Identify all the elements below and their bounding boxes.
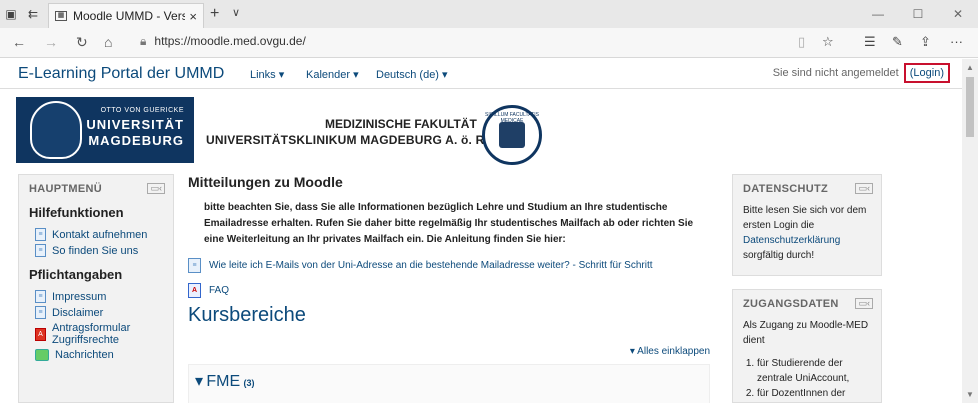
favorite-star-icon[interactable]: ☆ <box>822 34 834 50</box>
course-categories-heading: Kursbereiche <box>188 304 306 326</box>
category-name[interactable]: FME <box>206 373 240 390</box>
more-menu-icon[interactable]: ··· <box>950 34 963 49</box>
block-collapse-icon[interactable]: ▭‹ <box>855 183 873 194</box>
browser-tab[interactable]: ▦ Moodle UMMD - Versic × <box>48 3 204 28</box>
login-status: Sie sind nicht angemeldet (Login) <box>772 63 950 83</box>
tab-actions-icon[interactable]: ▣ <box>0 0 22 28</box>
collapse-all-link[interactable]: ▾ Alles einklappen <box>630 346 710 357</box>
vertical-scrollbar[interactable]: ▲ ▼ <box>962 59 978 403</box>
home-icon[interactable]: ⌂ <box>104 34 112 50</box>
chat-icon <box>35 349 49 361</box>
page-icon: ≡ <box>35 244 46 257</box>
category-toggle-icon[interactable]: ▾ <box>195 373 203 390</box>
calendar-menu[interactable]: Kalender ▾ <box>306 68 359 81</box>
site-header: OTTO VON GUERICKE UNIVERSITÄT MAGDEBURG … <box>0 89 962 169</box>
logo-magdeburg-text: MAGDEBURG <box>88 133 184 148</box>
new-tab-button[interactable]: + <box>210 5 219 23</box>
guericke-portrait-icon <box>30 101 82 159</box>
disclaimer-link[interactable]: ≡ Disclaimer <box>29 306 163 319</box>
privacy-block: DATENSCHUTZ ▭‹ Bitte lesen Sie sich vor … <box>732 174 882 276</box>
lock-icon: 🔒︎ <box>140 34 147 48</box>
minimize-button[interactable]: — <box>858 0 898 28</box>
not-logged-in-text: Sie sind nicht angemeldet <box>772 67 899 79</box>
main-menu-heading: HAUPTMENÜ <box>29 183 102 195</box>
announcement-text: bitte beachten Sie, dass Sie alle Inform… <box>204 202 694 245</box>
pdf-icon: A <box>35 327 46 341</box>
find-us-link[interactable]: ≡ So finden Sie uns <box>29 244 163 257</box>
links-menu[interactable]: Links ▾ <box>250 68 284 81</box>
privacy-text: Bitte lesen Sie sich vor dem ersten Logi… <box>743 205 867 261</box>
category-fme[interactable]: ▾ FME (3) <box>188 364 710 403</box>
access-list-item: für DozentInnen der <box>757 386 871 401</box>
imprint-link[interactable]: ≡ Impressum <box>29 290 163 303</box>
reading-view-icon[interactable]: ▯ <box>798 34 805 50</box>
logo-uni-text: UNIVERSITÄT <box>86 117 184 132</box>
mandatory-section-heading: Pflichtangaben <box>29 267 123 282</box>
announcements-title: Mitteilungen zu Moodle <box>188 174 343 190</box>
favorites-hub-icon[interactable]: ☰ <box>864 34 876 50</box>
web-page: E-Learning Portal der UMMD Links ▾ Kalen… <box>0 59 962 403</box>
forward-icon[interactable]: → <box>44 34 58 50</box>
tab-list-dropdown-icon[interactable]: ∨ <box>232 6 240 19</box>
page-icon: ≡ <box>35 290 46 303</box>
access-intro: Als Zugang zu Moodle-MED dient <box>743 320 869 346</box>
page-icon: ≡ <box>188 258 201 273</box>
contact-link[interactable]: ≡ Kontakt aufnehmen <box>29 228 163 241</box>
page-icon: ≡ <box>35 306 46 319</box>
clinic-title: UNIVERSITÄTSKLINIKUM MAGDEBURG A. ö. R. <box>206 133 489 147</box>
url-field[interactable]: 🔒︎ https://moodle.med.ovgu.de/ <box>140 34 306 49</box>
help-section-heading: Hilfefunktionen <box>29 205 124 220</box>
language-menu[interactable]: Deutsch (de) ▾ <box>376 68 448 81</box>
address-bar: ← → ↻ ⌂ 🔒︎ https://moodle.med.ovgu.de/ ▯ … <box>0 28 978 58</box>
back-icon[interactable]: ← <box>12 34 26 50</box>
pen-note-icon[interactable]: ✎ <box>892 34 903 50</box>
scroll-down-icon[interactable]: ▼ <box>966 390 974 399</box>
url-text: https://moodle.med.ovgu.de/ <box>154 34 306 48</box>
close-window-button[interactable]: ✕ <box>938 0 978 28</box>
window-controls: — ☐ ✕ <box>858 0 978 28</box>
access-list: für Studierende der zentrale UniAccount,… <box>743 356 871 401</box>
seal-emblem <box>499 122 525 148</box>
set-tabs-aside-icon[interactable]: ⇇ <box>22 0 44 28</box>
login-link[interactable]: (Login) <box>903 63 950 83</box>
faculty-seal-icon: SIGILLUM FACULTATIS MEDICAE <box>482 105 542 165</box>
messages-link[interactable]: Nachrichten <box>29 349 163 361</box>
block-collapse-icon[interactable]: ▭‹ <box>855 298 873 309</box>
university-logo[interactable]: OTTO VON GUERICKE UNIVERSITÄT MAGDEBURG <box>16 97 194 163</box>
share-icon[interactable]: ⇪ <box>920 34 931 50</box>
page-icon: ≡ <box>35 228 46 241</box>
privacy-policy-link[interactable]: Datenschutzerklärung <box>743 235 840 246</box>
mail-forward-guide-link[interactable]: ≡ Wie leite ich E-Mails von der Uni-Adres… <box>188 258 710 273</box>
privacy-heading: DATENSCHUTZ <box>743 183 828 195</box>
faculty-title: MEDIZINISCHE FAKULTÄT <box>325 117 477 131</box>
access-heading: ZUGANGSDATEN <box>743 298 839 310</box>
site-brand-link[interactable]: E-Learning Portal der UMMD <box>18 65 224 83</box>
faq-icon: A <box>188 283 201 298</box>
faq-link[interactable]: A FAQ <box>188 283 710 298</box>
block-collapse-icon[interactable]: ▭‹ <box>147 183 165 194</box>
access-data-block: ZUGANGSDATEN ▭‹ Als Zugang zu Moodle-MED… <box>732 289 882 403</box>
maximize-button[interactable]: ☐ <box>898 0 938 28</box>
main-menu-block: HAUPTMENÜ ▭‹ Hilfefunktionen ≡ Kontakt au… <box>18 174 174 403</box>
site-navbar: E-Learning Portal der UMMD Links ▾ Kalen… <box>0 59 962 89</box>
access-form-link[interactable]: A Antragsformular Zugriffsrechte <box>29 322 163 346</box>
scroll-up-icon[interactable]: ▲ <box>966 63 974 72</box>
access-list-item: für Studierende der zentrale UniAccount, <box>757 356 871 386</box>
category-count: (3) <box>243 378 255 388</box>
tab-close-icon[interactable]: × <box>189 9 197 24</box>
scrollbar-thumb[interactable] <box>966 77 974 137</box>
main-content: Mitteilungen zu Moodle bitte beachten Si… <box>188 174 710 403</box>
refresh-icon[interactable]: ↻ <box>76 34 88 51</box>
moodle-favicon-icon: ▦ <box>55 11 67 21</box>
tab-title: Moodle UMMD - Versic <box>73 9 186 23</box>
logo-otto-text: OTTO VON GUERICKE <box>100 107 184 114</box>
